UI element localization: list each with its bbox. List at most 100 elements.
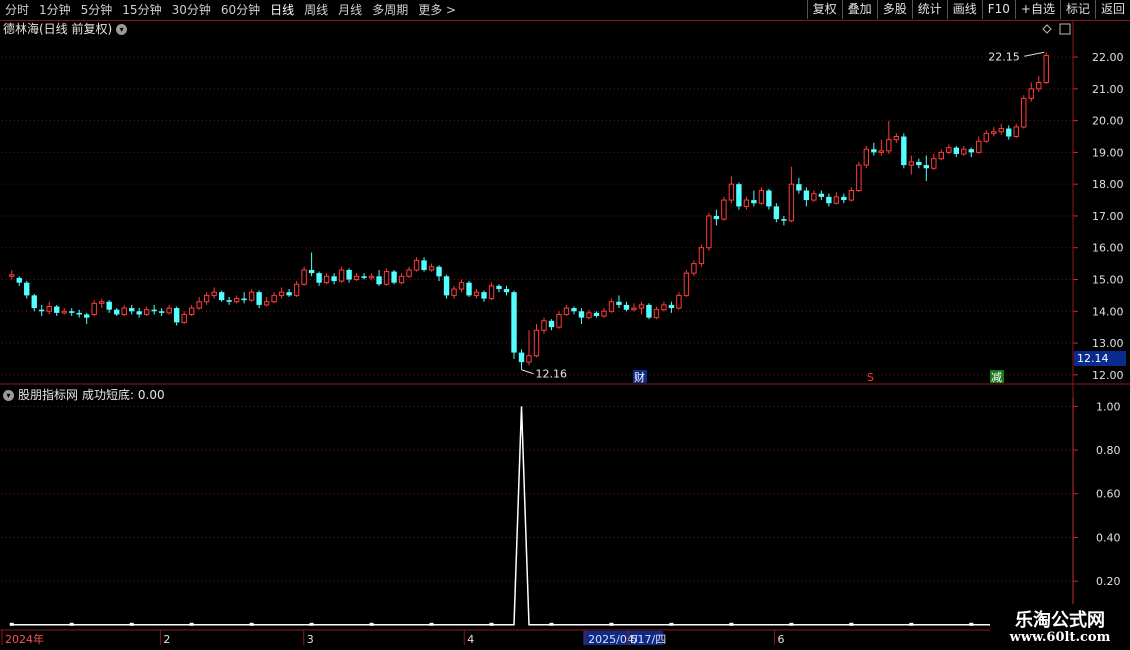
candle [368, 273, 375, 280]
candle-body [361, 276, 367, 278]
candle [143, 306, 150, 317]
candle [856, 161, 862, 193]
candle-body [353, 275, 360, 280]
candle-body [751, 200, 757, 204]
candle [533, 323, 540, 358]
candle-body [796, 184, 802, 191]
candle [248, 289, 255, 302]
candle-body [346, 269, 352, 280]
candle [338, 266, 345, 283]
candle [451, 285, 457, 299]
candle [743, 196, 750, 210]
candle-body [698, 247, 705, 265]
candle-body [233, 298, 240, 303]
candle-body [383, 271, 390, 285]
candle [826, 193, 832, 207]
candle-body [616, 301, 622, 305]
candle [526, 330, 532, 366]
candle-body [563, 307, 570, 315]
candle-body [833, 196, 840, 204]
candle-body [968, 149, 974, 153]
indicator-dot [369, 622, 374, 626]
candle-body [676, 294, 682, 309]
x-tick-label: 2 [163, 633, 170, 646]
candle [848, 187, 855, 202]
indicator-dot [909, 622, 914, 626]
candle [923, 155, 930, 181]
candle [758, 187, 765, 205]
chart-canvas[interactable]: 12.00 13.00 14.00 15.00 16.00 17.00 18.00 19.00… [0, 0, 1130, 650]
candle-body [503, 289, 510, 293]
candle [196, 296, 202, 310]
candle [458, 279, 465, 293]
candle [1043, 52, 1049, 85]
candle [31, 293, 37, 312]
candle [271, 292, 277, 304]
candle-body [953, 147, 959, 154]
ind-y-tick-label: 1.00 [1096, 400, 1121, 413]
candle-body [481, 292, 487, 299]
indicator-dot [549, 622, 554, 626]
candle [173, 306, 180, 326]
candle [556, 311, 562, 329]
candle-body [113, 309, 120, 315]
candle-body [181, 313, 187, 323]
candle-body [286, 292, 292, 296]
main-y-tick-label: 18.00 [1092, 178, 1124, 191]
candle [878, 139, 885, 156]
candle [1013, 123, 1019, 139]
candle [76, 309, 82, 318]
indicator-dot [489, 622, 494, 626]
candle [226, 296, 232, 305]
candle-body [316, 273, 322, 283]
candle-body [623, 304, 630, 310]
candle-body [976, 140, 982, 153]
candle [728, 176, 735, 204]
marker-cai: 财 [634, 370, 645, 384]
candle [616, 295, 622, 309]
candle-body [998, 128, 1004, 133]
candle-body [368, 275, 375, 279]
indicator-dot [69, 622, 74, 626]
candle-body [1036, 81, 1042, 90]
candle [683, 269, 690, 297]
candle [473, 289, 480, 299]
indicator-dot [849, 622, 854, 626]
chevron-down-icon[interactable]: ▾ [116, 23, 128, 35]
current-price-tag: 12.14 [1074, 351, 1126, 366]
main-chart-title-bar: 德林海(日线 前复权) ▾ [3, 21, 128, 37]
candle-body [466, 282, 472, 296]
main-y-tick-label: 21.00 [1092, 83, 1124, 96]
candle-body [901, 136, 907, 166]
candle-body [241, 298, 247, 301]
candle-body [84, 314, 90, 318]
watermark-line2: www.60lt.com [1009, 630, 1111, 645]
indicator-title-bar: ▾ 股朋指标网 成功短底: 0.00 [3, 387, 165, 403]
candle [69, 308, 75, 317]
candle [818, 190, 825, 201]
candle-body [706, 215, 712, 249]
candle [9, 269, 15, 280]
candle [916, 158, 922, 169]
candle [661, 301, 667, 312]
candle [1006, 125, 1012, 140]
candle-body [916, 161, 922, 166]
candle-body [496, 285, 502, 290]
candle [106, 300, 112, 313]
chevron-down-icon[interactable]: ▾ [3, 389, 14, 401]
candle-body [128, 308, 135, 312]
candle [46, 301, 52, 315]
candle-body [263, 301, 270, 306]
watermark-line1: 乐淘公式网 [1015, 610, 1105, 631]
candle-body [301, 269, 307, 285]
candle-body [308, 269, 315, 274]
candle [1036, 76, 1042, 93]
indicator-dot [669, 622, 674, 626]
candle-body [31, 295, 37, 309]
candle-body [556, 313, 562, 328]
candle [1028, 82, 1034, 102]
candle [578, 308, 585, 324]
indicator-dot [249, 622, 254, 626]
candle [166, 304, 172, 315]
candle [511, 290, 517, 359]
